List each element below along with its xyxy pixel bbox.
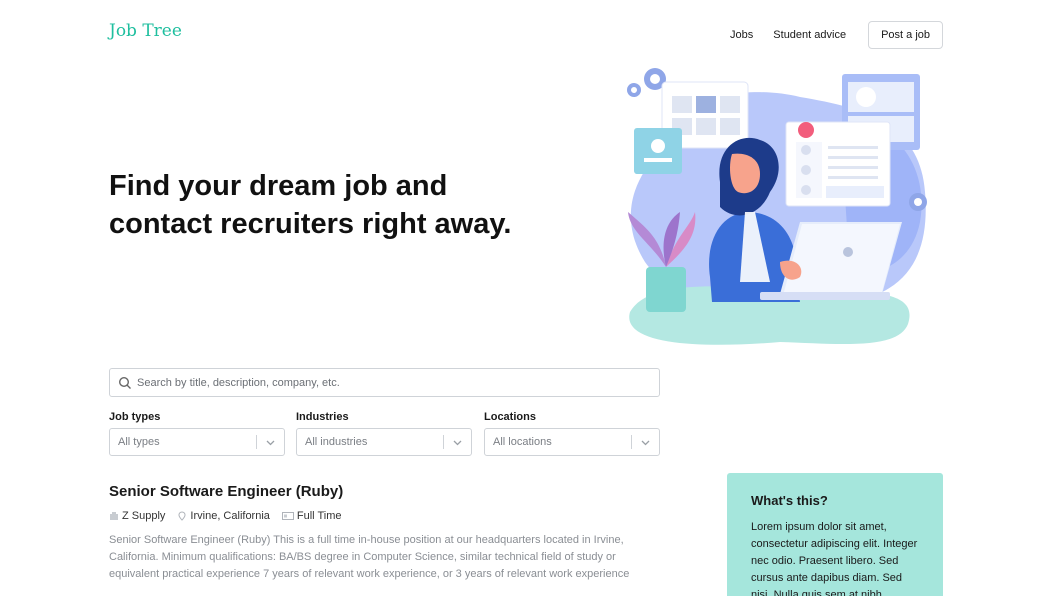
job-listing: Senior Software Engineer (Ruby) Z Supply… [109, 482, 660, 583]
locations-select[interactable]: All locations [484, 428, 660, 456]
job-type-text: Full Time [296, 510, 342, 522]
building-icon [110, 512, 118, 520]
search-input[interactable] [137, 376, 657, 389]
hero-title: Find your dream job and contact recruite… [109, 167, 511, 243]
hero-illustration [627, 68, 927, 345]
logo[interactable]: Job Tree [109, 21, 182, 41]
job-company: Z Supply [109, 510, 165, 522]
chevron-down-icon [266, 440, 275, 446]
industries-select[interactable]: All industries [296, 428, 472, 456]
job-location-text: Irvine, California [190, 510, 270, 522]
job-title[interactable]: Senior Software Engineer (Ruby) [109, 482, 660, 502]
info-card-title: What's this? [751, 493, 828, 508]
filter-label: Job types [109, 411, 161, 423]
post-job-button[interactable]: Post a job [868, 21, 943, 49]
chevron-down-icon [453, 440, 462, 446]
search-icon [118, 376, 131, 389]
id-card-icon [281, 512, 294, 520]
location-pin-icon [178, 511, 186, 521]
search-box[interactable] [109, 368, 660, 397]
filter-label: Industries [296, 411, 349, 423]
select-value: All locations [493, 436, 552, 448]
top-nav: Job Tree Jobs Student advice Post a job [0, 0, 1052, 70]
filter-industries: Industries All industries [296, 410, 472, 456]
job-types-select[interactable]: All types [109, 428, 285, 456]
job-location: Irvine, California [177, 510, 270, 522]
nav-link-student-advice[interactable]: Student advice [763, 21, 856, 49]
info-card-body: Lorem ipsum dolor sit amet, consectetur … [751, 521, 918, 596]
filter-label: Locations [484, 411, 536, 423]
hero-title-line-2: contact recruiters right away. [109, 208, 512, 240]
hero-title-line-1: Find your dream job and [109, 170, 448, 202]
job-description: Senior Software Engineer (Ruby) This is … [109, 534, 630, 580]
select-divider [443, 435, 444, 449]
job-meta: Z Supply Irvine, California Full Time [109, 509, 660, 523]
select-divider [631, 435, 632, 449]
select-value: All types [118, 436, 160, 448]
filter-job-types: Job types All types [109, 410, 285, 456]
job-type: Full Time [281, 510, 342, 522]
filter-locations: Locations All locations [484, 410, 660, 456]
info-card: What's this? Lorem ipsum dolor sit amet,… [727, 473, 943, 596]
nav-links: Jobs Student advice Post a job [720, 21, 943, 49]
select-value: All industries [305, 436, 368, 448]
nav-link-jobs[interactable]: Jobs [720, 21, 763, 49]
job-company-name: Z Supply [122, 510, 166, 522]
select-divider [256, 435, 257, 449]
chevron-down-icon [641, 440, 650, 446]
